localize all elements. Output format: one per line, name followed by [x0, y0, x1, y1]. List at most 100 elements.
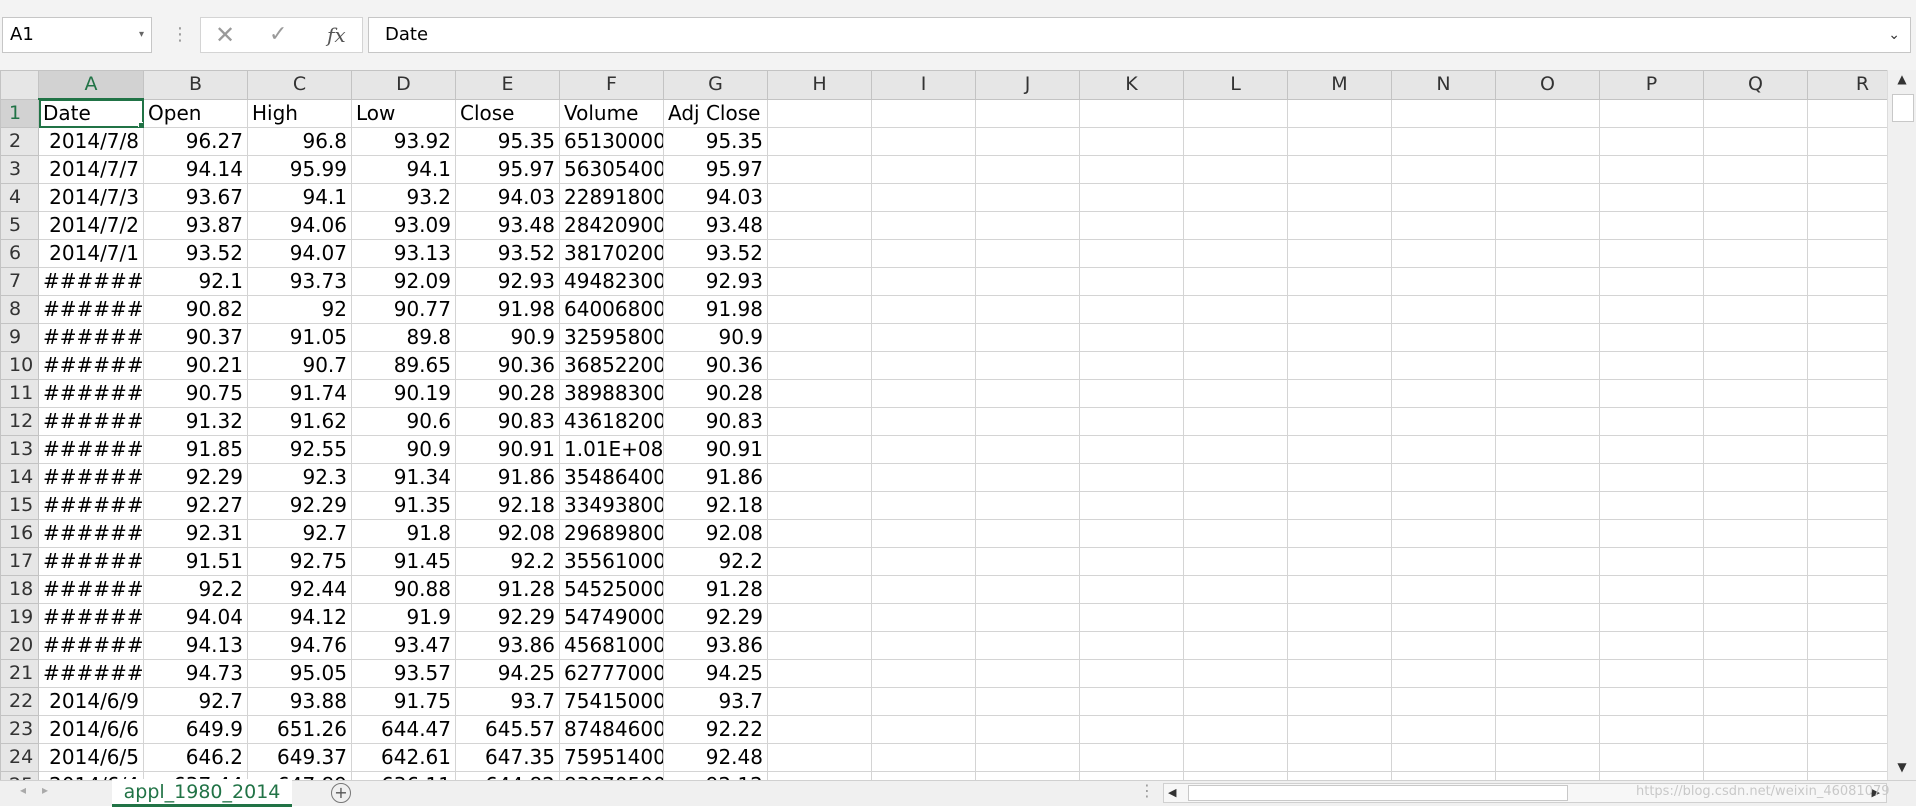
cell-p21[interactable]	[1599, 659, 1704, 688]
cell-f6[interactable]: 38170200	[559, 239, 664, 268]
cell-p18[interactable]	[1599, 575, 1704, 604]
cell-o18[interactable]	[1495, 575, 1600, 604]
sheet-tab[interactable]: appl_1980_2014	[112, 779, 292, 807]
cell-o12[interactable]	[1495, 407, 1600, 436]
cell-b5[interactable]: 93.87	[143, 211, 248, 240]
cell-n14[interactable]	[1391, 463, 1496, 492]
cell-o3[interactable]	[1495, 155, 1600, 184]
cell-p16[interactable]	[1599, 519, 1704, 548]
cell-k25[interactable]	[1079, 771, 1184, 780]
cell-c10[interactable]: 90.7	[247, 351, 352, 380]
cell-b1[interactable]: Open	[143, 98, 248, 128]
cell-g22[interactable]: 93.7	[663, 687, 768, 716]
cell-k19[interactable]	[1079, 603, 1184, 632]
cell-j19[interactable]	[975, 603, 1080, 632]
cell-b23[interactable]: 649.9	[143, 715, 248, 744]
cell-b12[interactable]: 91.32	[143, 407, 248, 436]
cell-k11[interactable]	[1079, 379, 1184, 408]
cell-c18[interactable]: 92.44	[247, 575, 352, 604]
cell-r22[interactable]	[1807, 687, 1887, 716]
cell-m10[interactable]	[1287, 351, 1392, 380]
cell-i23[interactable]	[871, 715, 976, 744]
column-header-e[interactable]: E	[455, 70, 560, 100]
cell-f2[interactable]: 65130000	[559, 127, 664, 156]
cell-e19[interactable]: 92.29	[455, 603, 560, 632]
cell-c9[interactable]: 91.05	[247, 323, 352, 352]
cell-j17[interactable]	[975, 547, 1080, 576]
cell-n20[interactable]	[1391, 631, 1496, 660]
cell-q22[interactable]	[1703, 687, 1808, 716]
cell-m2[interactable]	[1287, 127, 1392, 156]
cell-n24[interactable]	[1391, 743, 1496, 772]
cell-f24[interactable]: 75951400	[559, 743, 664, 772]
cell-h1[interactable]	[767, 98, 872, 128]
cell-c3[interactable]: 95.99	[247, 155, 352, 184]
cell-d22[interactable]: 91.75	[351, 687, 456, 716]
cell-d1[interactable]: Low	[351, 98, 456, 128]
cell-f14[interactable]: 35486400	[559, 463, 664, 492]
cell-c16[interactable]: 92.7	[247, 519, 352, 548]
cell-h12[interactable]	[767, 407, 872, 436]
select-all-corner[interactable]	[0, 70, 39, 100]
row-header[interactable]: 12	[0, 407, 39, 436]
row-header[interactable]: 17	[0, 547, 39, 576]
cell-m19[interactable]	[1287, 603, 1392, 632]
cell-a19[interactable]: #######	[38, 603, 144, 632]
row-header[interactable]: 18	[0, 575, 39, 604]
cell-p20[interactable]	[1599, 631, 1704, 660]
cell-l20[interactable]	[1183, 631, 1288, 660]
cell-m22[interactable]	[1287, 687, 1392, 716]
cell-i21[interactable]	[871, 659, 976, 688]
cell-n2[interactable]	[1391, 127, 1496, 156]
cell-d2[interactable]: 93.92	[351, 127, 456, 156]
cell-h4[interactable]	[767, 183, 872, 212]
cell-d23[interactable]: 644.47	[351, 715, 456, 744]
cell-b19[interactable]: 94.04	[143, 603, 248, 632]
drag-handle-icon[interactable]: ⋮	[171, 22, 189, 48]
cell-m18[interactable]	[1287, 575, 1392, 604]
cell-q2[interactable]	[1703, 127, 1808, 156]
cell-j18[interactable]	[975, 575, 1080, 604]
cell-l12[interactable]	[1183, 407, 1288, 436]
cell-n22[interactable]	[1391, 687, 1496, 716]
row-header[interactable]: 22	[0, 687, 39, 716]
cell-a20[interactable]: #######	[38, 631, 144, 660]
cell-h6[interactable]	[767, 239, 872, 268]
cell-d12[interactable]: 90.6	[351, 407, 456, 436]
cell-g7[interactable]: 92.93	[663, 267, 768, 296]
cell-c17[interactable]: 92.75	[247, 547, 352, 576]
cell-o6[interactable]	[1495, 239, 1600, 268]
chevron-down-icon[interactable]: ▾	[139, 18, 144, 52]
cell-o21[interactable]	[1495, 659, 1600, 688]
cell-d13[interactable]: 90.9	[351, 435, 456, 464]
cell-c20[interactable]: 94.76	[247, 631, 352, 660]
cell-l18[interactable]	[1183, 575, 1288, 604]
row-header[interactable]: 8	[0, 295, 39, 324]
cell-l22[interactable]	[1183, 687, 1288, 716]
cell-i11[interactable]	[871, 379, 976, 408]
cell-n15[interactable]	[1391, 491, 1496, 520]
cell-j20[interactable]	[975, 631, 1080, 660]
cell-n13[interactable]	[1391, 435, 1496, 464]
cell-d17[interactable]: 91.45	[351, 547, 456, 576]
cell-e2[interactable]: 95.35	[455, 127, 560, 156]
cancel-icon[interactable]: ✕	[215, 18, 235, 52]
cell-g5[interactable]: 93.48	[663, 211, 768, 240]
cell-q6[interactable]	[1703, 239, 1808, 268]
cell-g1[interactable]: Adj Close	[663, 98, 768, 128]
cell-n11[interactable]	[1391, 379, 1496, 408]
cell-k16[interactable]	[1079, 519, 1184, 548]
cell-c13[interactable]: 92.55	[247, 435, 352, 464]
cell-b11[interactable]: 90.75	[143, 379, 248, 408]
cell-f19[interactable]: 54749000	[559, 603, 664, 632]
cell-i3[interactable]	[871, 155, 976, 184]
cell-b10[interactable]: 90.21	[143, 351, 248, 380]
cell-a5[interactable]: 2014/7/2	[38, 211, 144, 240]
cell-d21[interactable]: 93.57	[351, 659, 456, 688]
cell-m7[interactable]	[1287, 267, 1392, 296]
cell-j4[interactable]	[975, 183, 1080, 212]
cell-l25[interactable]	[1183, 771, 1288, 780]
cell-f13[interactable]: 1.01E+08	[559, 435, 664, 464]
cell-o25[interactable]	[1495, 771, 1600, 780]
cell-l7[interactable]	[1183, 267, 1288, 296]
